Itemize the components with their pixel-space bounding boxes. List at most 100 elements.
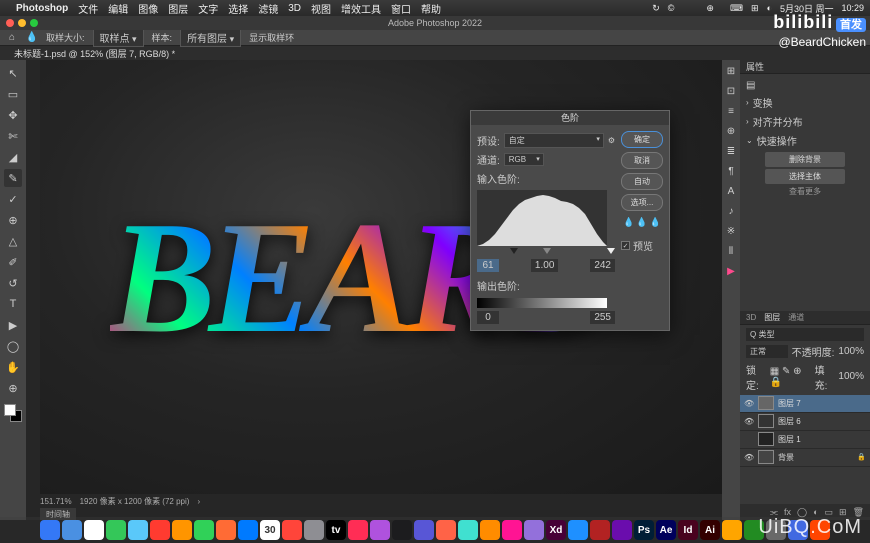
properties-header[interactable]: 属性 [740, 60, 870, 74]
dock-app-icon[interactable]: 30 [260, 520, 280, 540]
dock-app-icon[interactable] [84, 520, 104, 540]
layer-name[interactable]: 图层 6 [778, 416, 801, 427]
layer-thumbnail[interactable] [758, 450, 774, 464]
layer-row[interactable]: 👁 图层 6 [740, 413, 870, 431]
document-tab[interactable]: 未标题-1.psd @ 152% (图层 7, RGB/8) * [6, 47, 183, 60]
preset-menu-icon[interactable]: ⚙ [608, 136, 615, 145]
dock-app-icon[interactable]: Ps [634, 520, 654, 540]
status-icon[interactable]: ⊕ [706, 3, 714, 14]
menu-edit[interactable]: 编辑 [108, 1, 128, 16]
dock-app-icon[interactable] [414, 520, 434, 540]
input-slider[interactable] [477, 248, 615, 258]
crop-tool-icon[interactable]: ✄ [4, 127, 22, 145]
menu-image[interactable]: 图像 [138, 1, 158, 16]
layer-row[interactable]: 👁 图层 7 [740, 395, 870, 413]
layer-row[interactable]: 图层 1 [740, 431, 870, 449]
dock-app-icon[interactable] [172, 520, 192, 540]
midtone-handle[interactable] [543, 248, 551, 254]
preview-checkbox[interactable]: ✓ 预览 [621, 238, 663, 253]
levels-dialog[interactable]: 色阶 预设: 自定 ⚙ 通道: RGB 输入色阶: [470, 110, 670, 331]
dock-app-icon[interactable] [150, 520, 170, 540]
dock-app-icon[interactable] [282, 520, 302, 540]
shape-tool-icon[interactable]: ◯ [4, 337, 22, 355]
layer-thumbnail[interactable] [758, 414, 774, 428]
layer-name[interactable]: 图层 1 [778, 434, 801, 445]
menu-window[interactable]: 窗口 [391, 1, 411, 16]
align-section[interactable]: ›对齐并分布 [746, 112, 864, 131]
white-eyedropper-icon[interactable]: 💧 [650, 217, 661, 228]
control-icon[interactable]: ◐ [767, 3, 772, 13]
path-tool-icon[interactable]: ▶ [4, 316, 22, 334]
panel-icon[interactable]: ≡ [724, 104, 738, 118]
black-eyedropper-icon[interactable]: 💧 [623, 217, 634, 228]
dock-app-icon[interactable] [568, 520, 588, 540]
transform-section[interactable]: ›变换 [746, 93, 864, 112]
move-tool-icon[interactable]: ↖ [4, 64, 22, 82]
status-icon[interactable]: ↻ [652, 3, 660, 14]
checkbox-icon[interactable]: ✓ [621, 241, 630, 250]
menu-help[interactable]: 帮助 [421, 1, 441, 16]
marquee-tool-icon[interactable]: ▭ [4, 85, 22, 103]
dock-app-icon[interactable] [216, 520, 236, 540]
tab-3d[interactable]: 3D [746, 313, 756, 322]
preset-dropdown[interactable]: 自定 [504, 133, 604, 148]
type-tool-icon[interactable]: T [4, 295, 22, 313]
dock-app-icon[interactable] [722, 520, 742, 540]
opacity-value[interactable]: 100% [838, 346, 864, 357]
maximize-window-icon[interactable] [30, 19, 38, 27]
type-panel-icon[interactable]: A [724, 184, 738, 198]
panel-icon[interactable]: ⊞ [724, 64, 738, 78]
status-icon[interactable]: © [668, 3, 675, 13]
input-white-value[interactable]: 242 [590, 259, 615, 272]
app-name[interactable]: Photoshop [16, 3, 68, 14]
black-point-handle[interactable] [510, 248, 518, 254]
dock-app-icon[interactable] [590, 520, 610, 540]
minimize-window-icon[interactable] [18, 19, 26, 27]
eyedropper-tool-icon[interactable]: 💧 [26, 32, 38, 44]
output-black-value[interactable]: 0 [477, 311, 499, 324]
visibility-icon[interactable]: 👁 [744, 453, 754, 462]
eyedropper-tool-icon[interactable]: ✎ [4, 169, 22, 187]
panel-icon[interactable]: ≣ [724, 144, 738, 158]
heal-tool-icon[interactable]: ✓ [4, 190, 22, 208]
keyboard-icon[interactable]: ⌨ [730, 3, 743, 14]
dock-app-icon[interactable] [62, 520, 82, 540]
view-more-link[interactable]: 查看更多 [746, 186, 864, 197]
foreground-color-icon[interactable] [4, 404, 16, 416]
panel-icon[interactable]: ▶ [724, 264, 738, 278]
channel-dropdown[interactable]: RGB [504, 153, 544, 166]
menu-plugins[interactable]: 增效工具 [341, 1, 381, 16]
dock-app-icon[interactable] [458, 520, 478, 540]
panel-icon[interactable]: ※ [724, 224, 738, 238]
dock-app-icon[interactable] [348, 520, 368, 540]
auto-button[interactable]: 自动 [621, 173, 663, 190]
zoom-level[interactable]: 151.71% [40, 497, 72, 506]
layer-name[interactable]: 图层 7 [778, 398, 801, 409]
gray-eyedropper-icon[interactable]: 💧 [636, 217, 647, 228]
hand-tool-icon[interactable]: ✋ [4, 358, 22, 376]
input-mid-value[interactable]: 1.00 [531, 259, 558, 272]
visibility-icon[interactable]: 👁 [744, 417, 754, 426]
dock-app-icon[interactable] [128, 520, 148, 540]
dock-app-icon[interactable]: Xd [546, 520, 566, 540]
layer-row[interactable]: 👁 背景 🔒 [740, 449, 870, 467]
dock-app-icon[interactable] [370, 520, 390, 540]
quick-actions-section[interactable]: ⌄快速操作 [746, 131, 864, 150]
dock-app-icon[interactable] [106, 520, 126, 540]
lasso-tool-icon[interactable]: ✥ [4, 106, 22, 124]
layer-thumbnail[interactable] [758, 432, 774, 446]
fill-value[interactable]: 100% [838, 371, 864, 382]
menu-view[interactable]: 视图 [311, 1, 331, 16]
dock-app-icon[interactable] [524, 520, 544, 540]
panel-icon[interactable]: ⊕ [724, 124, 738, 138]
layer-thumbnail[interactable] [758, 396, 774, 410]
layer-kind-dropdown[interactable]: Q 类型 [746, 328, 864, 341]
sample-dropdown[interactable]: 所有图层 ▾ [180, 28, 241, 47]
frame-tool-icon[interactable]: ◢ [4, 148, 22, 166]
panel-icon[interactable]: ⊡ [724, 84, 738, 98]
dock-app-icon[interactable] [304, 520, 324, 540]
dock-app-icon[interactable] [436, 520, 456, 540]
sample-size-dropdown[interactable]: 取样点 ▾ [93, 28, 144, 47]
lock-icons[interactable]: ▦ ✎ ⊕ 🔒 [770, 366, 811, 388]
white-point-handle[interactable] [607, 248, 615, 254]
